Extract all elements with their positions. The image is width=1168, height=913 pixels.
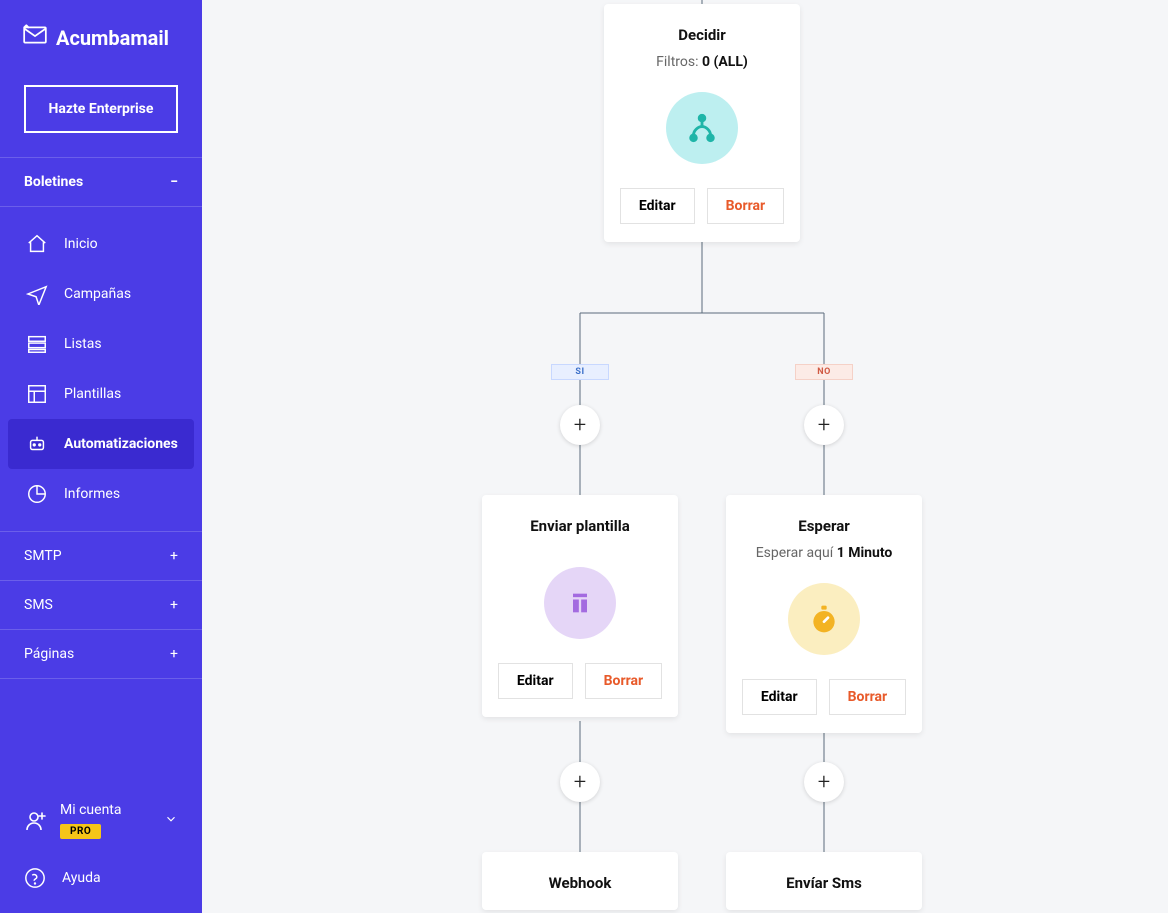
- stopwatch-icon: [788, 583, 860, 655]
- paper-plane-icon: [26, 283, 48, 305]
- node-webhook[interactable]: Webhook: [482, 852, 678, 910]
- nav-informes[interactable]: Informes: [8, 469, 194, 519]
- plus-icon: +: [170, 548, 178, 564]
- edit-button[interactable]: Editar: [620, 188, 695, 224]
- nav-label: Inicio: [64, 236, 98, 252]
- branch-icon: [666, 92, 738, 164]
- brand-name: Acumbamail: [56, 26, 169, 50]
- node-title: Webhook: [549, 874, 612, 892]
- node-subtitle: Esperar aquí 1 Minuto: [756, 545, 893, 561]
- nav-label: Campañas: [64, 286, 131, 302]
- pie-chart-icon: [26, 483, 48, 505]
- delete-button[interactable]: Borrar: [707, 188, 784, 224]
- node-title: Enviar plantilla: [530, 517, 630, 535]
- branch-tag-yes: SI: [551, 364, 609, 380]
- pro-badge: PRO: [60, 824, 101, 839]
- help-label: Ayuda: [62, 870, 101, 886]
- section-paginas[interactable]: Páginas +: [0, 630, 202, 679]
- minus-icon: −: [170, 174, 178, 190]
- section-header-label: Boletines: [24, 174, 83, 190]
- nav-inicio[interactable]: Inicio: [8, 219, 194, 269]
- nav-label: Plantillas: [64, 386, 121, 402]
- nav-listas[interactable]: Listas: [8, 319, 194, 369]
- help-icon: [24, 867, 46, 889]
- node-decide[interactable]: Decidir Filtros: 0 (ALL) Editar Borrar: [604, 4, 800, 242]
- list-icon: [26, 333, 48, 355]
- account-label: Mi cuenta: [60, 802, 152, 818]
- branch-tag-no: NO: [795, 364, 853, 380]
- node-wait[interactable]: Esperar Esperar aquí 1 Minuto Editar Bor…: [726, 495, 922, 733]
- nav-campanas[interactable]: Campañas: [8, 269, 194, 319]
- node-send-sms[interactable]: Envíar Sms: [726, 852, 922, 910]
- section-label: Páginas: [24, 646, 74, 662]
- nav: Inicio Campañas Listas Plantillas Automa…: [0, 207, 202, 531]
- robot-icon: [26, 433, 48, 455]
- logo: Acumbamail: [0, 0, 202, 65]
- nav-label: Listas: [64, 336, 102, 352]
- add-node-button[interactable]: +: [804, 405, 844, 445]
- sidebar: Acumbamail Hazte Enterprise Boletines − …: [0, 0, 202, 913]
- node-title: Decidir: [678, 26, 726, 44]
- edit-button[interactable]: Editar: [742, 679, 817, 715]
- section-label: SMS: [24, 597, 53, 613]
- template-icon: [544, 567, 616, 639]
- delete-button[interactable]: Borrar: [585, 663, 662, 699]
- delete-button[interactable]: Borrar: [829, 679, 906, 715]
- section-sms[interactable]: SMS +: [0, 581, 202, 630]
- account-menu[interactable]: Mi cuenta PRO: [0, 788, 202, 853]
- home-icon: [26, 233, 48, 255]
- edit-button[interactable]: Editar: [498, 663, 573, 699]
- section-header-boletines[interactable]: Boletines −: [0, 157, 202, 207]
- add-node-button[interactable]: +: [560, 405, 600, 445]
- nav-label: Informes: [64, 486, 120, 502]
- nav-label: Automatizaciones: [64, 436, 178, 452]
- section-label: SMTP: [24, 548, 62, 564]
- node-subtitle: Filtros: 0 (ALL): [656, 54, 748, 70]
- template-icon: [26, 383, 48, 405]
- user-icon: [24, 809, 48, 833]
- node-send-template[interactable]: Enviar plantilla Editar Borrar: [482, 495, 678, 717]
- node-title: Envíar Sms: [786, 874, 862, 892]
- secondary-nav: SMTP + SMS + Páginas +: [0, 531, 202, 679]
- chevron-down-icon: [164, 812, 178, 830]
- nav-plantillas[interactable]: Plantillas: [8, 369, 194, 419]
- node-title: Esperar: [798, 517, 849, 535]
- add-node-button[interactable]: +: [804, 762, 844, 802]
- plus-icon: +: [170, 646, 178, 662]
- automation-canvas[interactable]: Decidir Filtros: 0 (ALL) Editar Borrar S…: [202, 0, 1168, 913]
- help-link[interactable]: Ayuda: [0, 853, 202, 913]
- section-smtp[interactable]: SMTP +: [0, 531, 202, 581]
- enterprise-cta-button[interactable]: Hazte Enterprise: [24, 85, 178, 133]
- add-node-button[interactable]: +: [560, 762, 600, 802]
- plus-icon: +: [170, 597, 178, 613]
- mail-icon: [22, 22, 48, 53]
- nav-automatizaciones[interactable]: Automatizaciones: [8, 419, 194, 469]
